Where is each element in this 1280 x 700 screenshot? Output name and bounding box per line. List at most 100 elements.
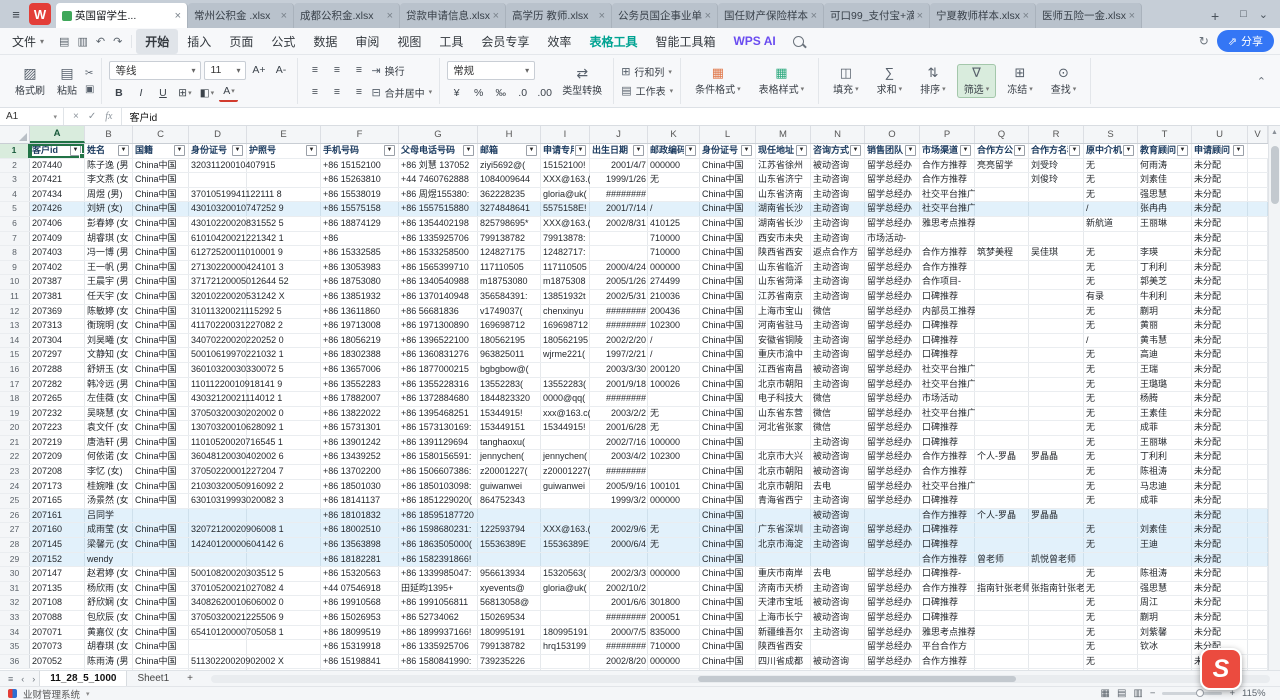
row-header-9[interactable]: 9 xyxy=(0,261,30,275)
cell[interactable]: 江西省南昌 xyxy=(756,363,811,377)
cell[interactable]: 37050320030202002 0 xyxy=(189,407,247,421)
cell[interactable]: +86 15575158 xyxy=(321,202,399,216)
cell[interactable] xyxy=(189,509,247,523)
cell[interactable]: 王一帆 (男 xyxy=(85,261,133,275)
cell[interactable]: China中国 xyxy=(700,626,756,640)
cell[interactable]: 主动咨询 xyxy=(811,334,865,348)
close-icon[interactable]: × xyxy=(175,10,181,22)
new-document-tab-button[interactable]: + xyxy=(1202,3,1228,28)
filter-dropdown-icon[interactable]: ▼ xyxy=(796,145,807,156)
restore-window-icon[interactable]: □ xyxy=(1240,8,1247,20)
underline-button[interactable]: U xyxy=(153,84,172,102)
cell[interactable]: +86 1506607386: xyxy=(399,465,478,479)
cell[interactable] xyxy=(1084,509,1138,523)
cell[interactable]: 口碑推荐 xyxy=(920,334,975,348)
cell[interactable]: 留学总经办 xyxy=(865,363,920,377)
cell[interactable]: 山东省临沂 xyxy=(756,261,811,275)
cell[interactable]: 何雨涛 xyxy=(1138,159,1192,173)
cell[interactable]: China中国 xyxy=(700,159,756,173)
cell[interactable]: 唐浩轩 (男 xyxy=(85,436,133,450)
cell[interactable] xyxy=(133,553,189,567)
cell[interactable]: 留学总经办 xyxy=(865,319,920,333)
cell[interactable]: 微信 xyxy=(811,392,865,406)
decrease-font-button[interactable]: A- xyxy=(271,61,290,79)
cell[interactable]: ######## xyxy=(590,305,648,319)
cell[interactable]: 文静知 (女 xyxy=(85,348,133,362)
cell[interactable]: 山东省菏泽 xyxy=(756,275,811,289)
cell[interactable] xyxy=(541,553,590,567)
filter-dropdown-icon[interactable]: ▼ xyxy=(575,145,586,156)
wps-assistant-logo[interactable]: S xyxy=(1200,648,1242,690)
cell[interactable]: 1999/3/2 xyxy=(590,494,648,508)
cell[interactable]: 未分配 xyxy=(1192,523,1248,537)
cell[interactable]: 新疆维吾尔 xyxy=(756,626,811,640)
cell[interactable]: 1997/2/21 xyxy=(590,348,648,362)
cell[interactable]: ziyi5692@( xyxy=(478,159,541,173)
cell[interactable]: 留学总经办 xyxy=(865,611,920,625)
cell[interactable]: 1084009644 xyxy=(478,173,541,187)
cell[interactable]: 43010220020831552 5 xyxy=(189,217,247,231)
cell[interactable]: 37050320021225506 9 xyxy=(189,611,247,625)
column-header-E[interactable]: E xyxy=(247,126,321,143)
cell[interactable]: +86 18302388 xyxy=(321,348,399,362)
filter-dropdown-icon[interactable]: ▼ xyxy=(905,145,916,156)
cell[interactable] xyxy=(648,509,700,523)
cell[interactable]: 口碑推荐 xyxy=(920,421,975,435)
cell[interactable]: +86 1971300890 xyxy=(399,319,478,333)
cell[interactable]: +86 13657006 xyxy=(321,363,399,377)
cell[interactable]: 留学总经办 xyxy=(865,188,920,202)
row-header-23[interactable]: 23 xyxy=(0,465,30,479)
row-header-19[interactable]: 19 xyxy=(0,407,30,421)
cell[interactable]: 济南市天桥 xyxy=(756,582,811,596)
cell[interactable]: 口碑推荐 xyxy=(920,436,975,450)
cell[interactable]: 主动咨询 xyxy=(811,523,865,537)
cell[interactable] xyxy=(1248,611,1268,625)
cell[interactable]: China中国 xyxy=(700,450,756,464)
cell[interactable]: 刘昊曦 (女 xyxy=(85,334,133,348)
column-filter-header[interactable]: 身份证号▼ xyxy=(700,144,756,158)
filter-dropdown-icon[interactable]: ▼ xyxy=(741,145,752,156)
cell[interactable]: 胡睿琪 (女 xyxy=(85,232,133,246)
cell[interactable]: 210036 xyxy=(648,290,700,304)
cell[interactable] xyxy=(1138,509,1192,523)
cell[interactable]: 207232 xyxy=(30,407,85,421)
column-header-B[interactable]: B xyxy=(85,126,133,143)
font-color-button[interactable]: A▾ xyxy=(219,84,238,102)
cell[interactable] xyxy=(1248,538,1268,552)
filter-dropdown-icon[interactable]: ▼ xyxy=(850,145,861,156)
cell[interactable]: 新航道 xyxy=(1084,217,1138,231)
cell[interactable]: 无 xyxy=(1084,640,1138,654)
collapse-ribbon-icon[interactable]: ⌃ xyxy=(1247,58,1276,104)
cell[interactable]: 成菲 xyxy=(1138,421,1192,435)
cell[interactable]: 留学总经办 xyxy=(865,275,920,289)
cell[interactable]: +86 1355228316 xyxy=(399,378,478,392)
查找-button[interactable]: ⊙查找▾ xyxy=(1044,64,1084,98)
cell[interactable] xyxy=(756,436,811,450)
cell[interactable]: 留学总经办 xyxy=(865,450,920,464)
cell[interactable] xyxy=(1029,363,1084,377)
italic-button[interactable]: I xyxy=(131,84,150,102)
cell[interactable]: 市场活动- xyxy=(865,232,920,246)
cell[interactable] xyxy=(1248,582,1268,596)
cell[interactable] xyxy=(1029,494,1084,508)
cell[interactable]: 合作项目- xyxy=(920,275,975,289)
cell[interactable] xyxy=(1029,275,1084,289)
cell[interactable]: 被动咨询 xyxy=(811,465,865,479)
cell[interactable]: +86 1396522100 xyxy=(399,334,478,348)
cell[interactable]: 207409 xyxy=(30,232,85,246)
cell[interactable]: 微信 xyxy=(811,305,865,319)
cell[interactable] xyxy=(1029,261,1084,275)
cell[interactable]: China中国 xyxy=(700,553,756,567)
cell[interactable]: 合作方推荐 xyxy=(920,261,975,275)
cell[interactable]: 无 xyxy=(1084,305,1138,319)
cell[interactable]: ######## xyxy=(590,319,648,333)
cell[interactable]: 207265 xyxy=(30,392,85,406)
tab-插入[interactable]: 插入 xyxy=(178,29,220,54)
cell[interactable]: 重庆市南岸 xyxy=(756,567,811,581)
cell[interactable]: 710000 xyxy=(648,246,700,260)
tab-工具[interactable]: 工具 xyxy=(430,29,472,54)
row-header-31[interactable]: 31 xyxy=(0,582,30,596)
cell[interactable]: 袁文仟 (女 xyxy=(85,421,133,435)
column-filter-header[interactable]: 现任地址▼ xyxy=(756,144,811,158)
cell[interactable]: 200436 xyxy=(648,305,700,319)
